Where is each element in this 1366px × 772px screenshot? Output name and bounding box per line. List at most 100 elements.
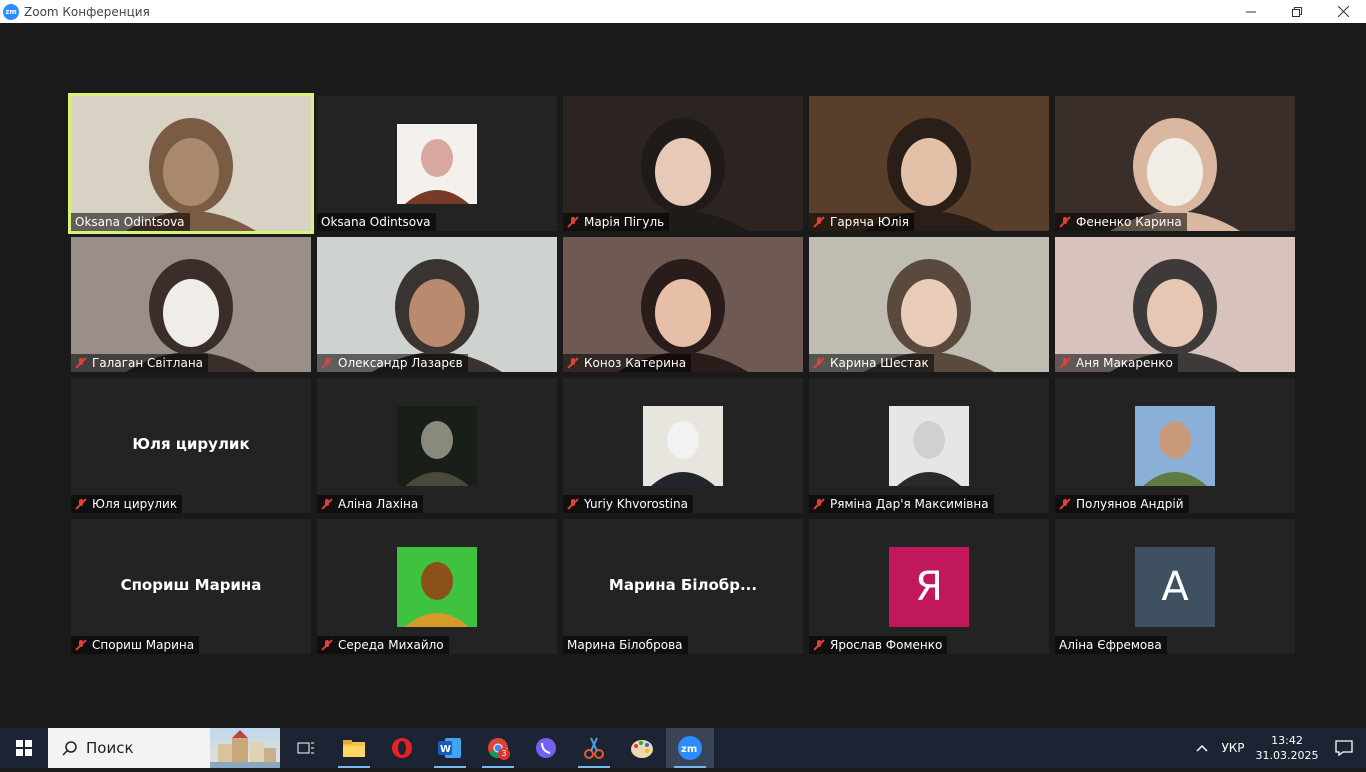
participant-name: Аліна Єфремова — [1059, 638, 1162, 652]
minimize-button[interactable] — [1228, 0, 1274, 23]
participant-tile[interactable]: Oksana Odintsova — [68, 93, 314, 234]
mic-muted-icon — [321, 498, 333, 510]
participant-tile[interactable]: Гаряча Юлія — [809, 96, 1049, 231]
taskbar: Поиск W 3 zm УКР 13:42 31.03.2025 — [0, 728, 1366, 768]
search-highlight-icon — [210, 728, 280, 768]
participant-name-label: Марія Пігуль — [563, 213, 670, 231]
participant-name-label: Yuriy Khvorostina — [563, 495, 693, 513]
participant-name-label: Полуянов Андрій — [1055, 495, 1189, 513]
participant-name: Юля цирулик — [92, 497, 178, 511]
participant-tile[interactable]: Марина Білобр... Марина Білоброва — [563, 519, 803, 654]
snipping-tool-button[interactable] — [570, 728, 618, 768]
viber-button[interactable] — [522, 728, 570, 768]
participant-tile[interactable]: Олександр Лазарєв — [317, 237, 557, 372]
opera-button[interactable] — [378, 728, 426, 768]
task-view-icon — [297, 742, 314, 754]
participant-name: Галаган Світлана — [92, 356, 204, 370]
start-button[interactable] — [0, 728, 48, 768]
participant-name-label: Фененко Карина — [1055, 213, 1187, 231]
mic-muted-icon — [75, 498, 87, 510]
participant-display-name: Спориш Марина — [120, 575, 262, 594]
participant-tile[interactable]: Oksana Odintsova — [317, 96, 557, 231]
participant-name: Марія Пігуль — [584, 215, 665, 229]
zoom-icon: zm — [678, 736, 702, 760]
participant-photo — [397, 547, 477, 627]
participant-name: Спориш Марина — [92, 638, 195, 652]
participant-name-label: Ряміна Дар'я Максимівна — [809, 495, 994, 513]
participant-display-name: Марина Білобр... — [608, 575, 758, 594]
search-icon — [62, 741, 77, 756]
clock[interactable]: 13:42 31.03.2025 — [1252, 733, 1322, 763]
taskbar-search[interactable]: Поиск — [48, 728, 280, 768]
tray-expand-button[interactable] — [1190, 741, 1214, 755]
mic-muted-icon — [813, 216, 825, 228]
opera-icon — [392, 738, 412, 758]
file-explorer-button[interactable] — [330, 728, 378, 768]
notifications-button[interactable] — [1322, 740, 1366, 756]
mic-muted-icon — [1059, 357, 1071, 369]
participant-name: Олександр Лазарєв — [338, 356, 463, 370]
participant-tile[interactable]: Я Ярослав Фоменко — [809, 519, 1049, 654]
window-title: Zoom Конференция — [24, 4, 150, 19]
chrome-badge: 3 — [498, 748, 510, 760]
participant-video — [317, 237, 557, 372]
palette-icon — [631, 740, 653, 758]
windows-logo-icon — [16, 740, 32, 756]
participant-name-label: Аліна Лахіна — [317, 495, 424, 513]
participant-video — [809, 237, 1049, 372]
word-icon: W — [438, 738, 461, 758]
mic-muted-icon — [813, 639, 825, 651]
participant-tile[interactable]: Ряміна Дар'я Максимівна — [809, 378, 1049, 513]
participant-tile[interactable]: Спориш Марина Спориш Марина — [71, 519, 311, 654]
chevron-up-icon — [1196, 744, 1208, 752]
participant-name: Коноз Катерина — [584, 356, 687, 370]
participant-tile[interactable]: Карина Шестак — [809, 237, 1049, 372]
zoom-app-icon: zm — [3, 3, 19, 20]
mic-muted-icon — [813, 357, 825, 369]
minimize-icon — [1246, 11, 1256, 12]
participant-tile[interactable]: Фененко Карина — [1055, 96, 1295, 231]
participant-name-label: Олександр Лазарєв — [317, 354, 468, 372]
language-indicator[interactable]: УКР — [1214, 741, 1252, 755]
system-tray: УКР 13:42 31.03.2025 — [1190, 728, 1366, 768]
notification-icon — [1335, 740, 1353, 756]
gallery-view: Oksana Odintsova Oksana Odintsova Марія Пі… — [0, 23, 1366, 728]
participant-tile[interactable]: Марія Пігуль — [563, 96, 803, 231]
participant-tile[interactable]: Коноз Катерина — [563, 237, 803, 372]
participant-name: Ряміна Дар'я Максимівна — [830, 497, 989, 511]
mic-muted-icon — [1059, 498, 1071, 510]
mic-muted-icon — [567, 498, 579, 510]
mic-muted-icon — [567, 357, 579, 369]
close-icon — [1337, 6, 1349, 17]
participant-video — [563, 237, 803, 372]
close-button[interactable] — [1320, 0, 1366, 23]
participant-name-label: Гаряча Юлія — [809, 213, 914, 231]
participant-tile[interactable]: Галаган Світлана — [71, 237, 311, 372]
participant-tile[interactable]: Yuriy Khvorostina — [563, 378, 803, 513]
mic-muted-icon — [321, 357, 333, 369]
participant-photo — [397, 124, 477, 204]
chrome-button[interactable]: 3 — [474, 728, 522, 768]
participant-name-label: Oksana Odintsova — [317, 213, 436, 231]
svg-text:zm: zm — [681, 744, 697, 755]
mic-muted-icon — [567, 216, 579, 228]
participant-tile[interactable]: Середа Михайло — [317, 519, 557, 654]
participant-name: Ярослав Фоменко — [830, 638, 943, 652]
participant-name: Середа Михайло — [338, 638, 444, 652]
paint-button[interactable] — [618, 728, 666, 768]
clock-time: 13:42 — [1271, 734, 1303, 747]
word-button[interactable]: W — [426, 728, 474, 768]
participant-name-label: Аня Макаренко — [1055, 354, 1178, 372]
participant-name: Oksana Odintsova — [75, 215, 185, 229]
participant-tile[interactable]: Аліна Лахіна — [317, 378, 557, 513]
svg-text:W: W — [440, 744, 451, 755]
zoom-taskbar-button[interactable]: zm — [666, 728, 714, 768]
restore-button[interactable] — [1274, 0, 1320, 23]
participant-tile[interactable]: Аня Макаренко — [1055, 237, 1295, 372]
participant-tile[interactable]: Юля цирулик Юля цирулик — [71, 378, 311, 513]
participant-name-label: Коноз Катерина — [563, 354, 692, 372]
participant-tile[interactable]: A Аліна Єфремова — [1055, 519, 1295, 654]
participant-name: Фененко Карина — [1076, 215, 1182, 229]
task-view-button[interactable] — [282, 728, 330, 768]
participant-tile[interactable]: Полуянов Андрій — [1055, 378, 1295, 513]
